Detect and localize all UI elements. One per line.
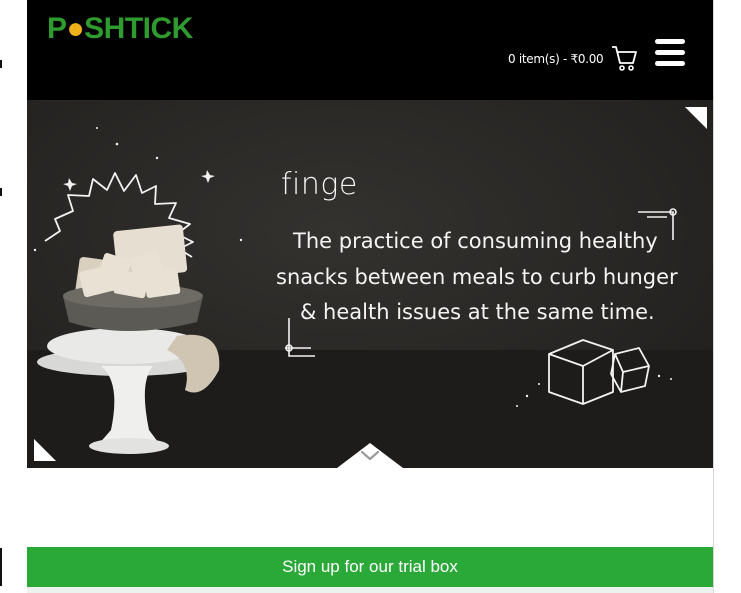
hero-keyword: finge: [281, 167, 358, 202]
scroll-down-button[interactable]: [337, 443, 403, 468]
page-left-margin: [0, 0, 27, 593]
margin-fragment: [0, 188, 2, 196]
site-header: P●SHTICK 0 item(s) - ₹0.00: [27, 0, 713, 100]
logo-letter-p: P: [47, 12, 67, 45]
brand-logo[interactable]: P●SHTICK: [47, 12, 193, 46]
hero-banner: finge The practice of consuming healthy …: [27, 100, 713, 468]
logo-mark-icon: ●: [66, 12, 85, 45]
margin-divider: [713, 0, 714, 593]
menu-bar: [655, 50, 685, 55]
margin-fragment: [0, 60, 2, 68]
page-right-margin: [713, 0, 741, 593]
cart-summary: 0 item(s) - ₹0.00: [508, 52, 604, 66]
hero-tagline-line: The practice of consuming healthy: [293, 229, 658, 253]
logo-text: SHTICK: [84, 12, 193, 45]
shopping-cart-icon: [612, 46, 638, 71]
cta-shadow: [27, 587, 713, 593]
hero-tagline-line: & health issues at the same time.: [300, 300, 655, 324]
cart-link[interactable]: 0 item(s) - ₹0.00: [508, 44, 638, 74]
margin-fragment: [0, 548, 2, 586]
chevron-down-icon: [360, 450, 380, 461]
trial-box-signup-button[interactable]: Sign up for our trial box: [27, 547, 713, 587]
hero-tagline-line: snacks between meals to curb hunger: [276, 265, 678, 289]
site-frame: P●SHTICK 0 item(s) - ₹0.00 finge The pra…: [27, 0, 713, 593]
hamburger-menu-icon[interactable]: [655, 39, 685, 67]
menu-bar: [655, 61, 685, 66]
menu-bar: [655, 39, 685, 44]
